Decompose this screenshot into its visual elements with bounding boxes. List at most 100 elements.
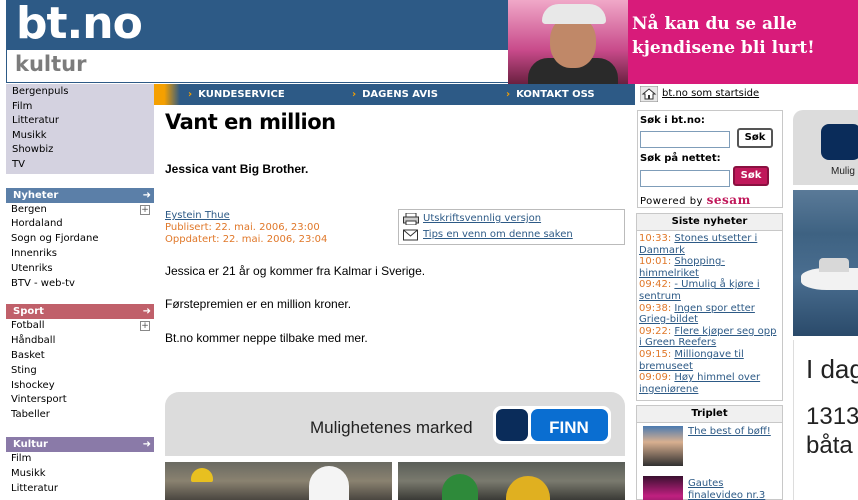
nav-item-ishockey[interactable]: Ishockey [11,379,154,394]
finn-side-text: Mulig [831,166,855,177]
section-title-area: kultur [6,50,508,83]
nav-item-vintersport[interactable]: Vintersport [11,393,154,408]
triplet-item[interactable]: The best of bøff! [641,426,781,466]
photo-construction[interactable] [398,462,625,500]
nav-item-utenriks[interactable]: Utenriks [11,262,154,277]
nav-section-nyheter[interactable]: Nyheter ➜ [6,187,154,203]
nav-item-tv[interactable]: TV [12,158,154,173]
article-paragraph: Jessica er 21 år og kommer fra Kalmar i … [165,264,426,278]
article-byline: Eystein Thue Publisert: 22. mai. 2006, 2… [165,210,327,246]
right-ad-column[interactable]: Mulig I dag 1313 båta [793,110,858,500]
ad-headline: Nå kan du se alle kjendisene bli lurt! [632,14,815,58]
nav-item-film[interactable]: Film [12,100,154,115]
nav-item-fotball[interactable]: Fotball [11,319,154,334]
topnav-dagens-avis[interactable]: › DAGENS AVIS [352,89,438,100]
topnav-kundeservice[interactable]: › KUNDESERVICE [188,89,285,100]
nav-item-showbiz[interactable]: Showbiz [12,143,154,158]
chevron-right-icon: › [506,89,511,100]
top-ad-banner[interactable]: Nå kan du se alle kjendisene bli lurt! [508,0,858,84]
nav-item-musikk[interactable]: Musikk [12,129,154,144]
nav-item-litteratur[interactable]: Litteratur [12,114,154,129]
startpage-link[interactable]: bt.no som startside [640,86,858,104]
nav-item-handball[interactable]: Håndball [11,334,154,349]
nav-item-bergen[interactable]: Bergen [11,203,154,218]
nav-item-innenriks[interactable]: Innenriks [11,247,154,262]
search-box: Søk i bt.no: Søk Søk på nettet: Søk Powe… [637,110,783,208]
section-title: kultur [15,52,87,76]
search-web-label: Søk på nettet: [640,153,721,164]
updated-date: Oppdatert: 22. mai. 2006, 23:04 [165,234,328,245]
nav-item-basket[interactable]: Basket [11,349,154,364]
finn-logo-text: FINN [549,418,589,437]
nav-section-sport-title: Sport [13,306,44,318]
triplet-thumbnail[interactable] [643,426,683,466]
nav-section-kultur[interactable]: Kultur ➜ [6,436,154,452]
nav-item-btv[interactable]: BTV - web-tv [11,277,154,292]
sesam-logo[interactable]: sesam [707,193,751,207]
finn-logo: FINN [493,406,611,444]
nav-section-sport[interactable]: Sport ➜ [6,304,154,320]
nav-list-nyheter: + Bergen Hordaland Sogn og Fjordane Inne… [6,202,154,292]
powered-by: Powered by sesam [640,193,751,207]
nav-top-list: Bergenpuls Film Litteratur Musikk Showbi… [6,84,154,174]
print-version-row[interactable]: Utskriftsvennlig versjon [403,212,624,228]
arrow-right-icon: ➜ [142,306,151,318]
article-paragraph: Bt.no kommer neppe tilbake med mer. [165,331,368,345]
search-web-button[interactable]: Søk [733,166,769,186]
top-nav-bar: › KUNDESERVICE › DAGENS AVIS › KONTAKT OSS [154,84,635,105]
nav-item-kultur-musikk[interactable]: Musikk [11,467,154,482]
news-item[interactable]: 09:38: Ingen spor etter Grieg-bildet [637,303,782,326]
boat-ad-image[interactable] [793,190,858,336]
news-item[interactable]: 09:22: Flere kjøper seg opp i Green Reef… [637,326,782,349]
search-site-input[interactable] [640,131,730,148]
nav-item-sting[interactable]: Sting [11,364,154,379]
nav-list-kultur: Film Musikk Litteratur [6,451,154,497]
site-logo[interactable]: bt.no [16,0,143,49]
print-version-link[interactable]: Utskriftsvennlig versjon [423,213,541,224]
triplet-link[interactable]: Gautes finalevideo nr.3 [688,478,781,500]
ad-photo [508,0,628,84]
finn-side-ad[interactable]: Mulig [793,110,858,185]
finn-ad-banner[interactable]: Mulighetenes marked FINN [165,392,625,456]
article-title: Vant en million [165,110,336,134]
triplet-link[interactable]: The best of bøff! [688,426,771,438]
triplet-box: Triplet The best of bøff! Gautes finalev… [636,405,783,500]
photo-workers[interactable] [165,462,392,500]
article-tools: Utskriftsvennlig versjon Tips en venn om… [398,209,625,245]
topnav-kontakt-oss[interactable]: › KONTAKT OSS [506,89,595,100]
news-item[interactable]: 09:42: - Umulig å kjøre i sentrum [637,279,782,302]
latest-news-title: Siste nyheter [637,214,782,231]
startpage-text[interactable]: bt.no som startside [662,88,759,99]
left-navigation: Bergenpuls Film Litteratur Musikk Showbi… [6,84,154,500]
news-item[interactable]: 10:33: Stones utsetter i Danmark [637,233,782,256]
author-link[interactable]: Eystein Thue [165,210,230,221]
tip-friend-row[interactable]: Tips en venn om denne saken [403,228,624,244]
finn-logo-icon [821,124,858,160]
search-site-button[interactable]: Søk [737,128,773,148]
news-item[interactable]: 10:01: Shopping-himmelriket [637,256,782,279]
tip-friend-link[interactable]: Tips en venn om denne saken [423,229,573,240]
boat-ad-text[interactable]: I dag 1313 båta [793,340,858,500]
published-date: Publisert: 22. mai. 2006, 23:00 [165,222,320,233]
chevron-right-icon: › [188,89,193,100]
nav-item-hordaland[interactable]: Hordaland [11,217,154,232]
finn-tagline: Mulighetenes marked [310,418,473,437]
nav-section-kultur-title: Kultur [13,438,48,450]
nav-list-sport: + Fotball Håndball Basket Sting Ishockey… [6,319,154,423]
expand-plus-icon[interactable]: + [140,204,150,215]
expand-plus-icon[interactable]: + [140,321,150,332]
nav-item-kultur-film[interactable]: Film [11,452,154,467]
nav-item-sogn-og-fjordane[interactable]: Sogn og Fjordane [11,232,154,247]
triplet-item[interactable]: Gautes finalevideo nr.3 [641,476,781,500]
envelope-icon [403,229,418,241]
nav-item-bergenpuls[interactable]: Bergenpuls [12,85,154,100]
logo-area[interactable]: bt.no [6,0,508,50]
house-icon [640,86,658,102]
search-web-input[interactable] [640,170,730,187]
nav-item-tabeller[interactable]: Tabeller [11,408,154,423]
nav-item-kultur-litteratur[interactable]: Litteratur [11,482,154,497]
news-item[interactable]: 09:09: Høy himmel over ingeniørene [637,372,782,395]
finn-photos [165,462,625,500]
news-item[interactable]: 09:15: Milliongave til bremuseet [637,349,782,372]
triplet-thumbnail[interactable] [643,476,683,500]
